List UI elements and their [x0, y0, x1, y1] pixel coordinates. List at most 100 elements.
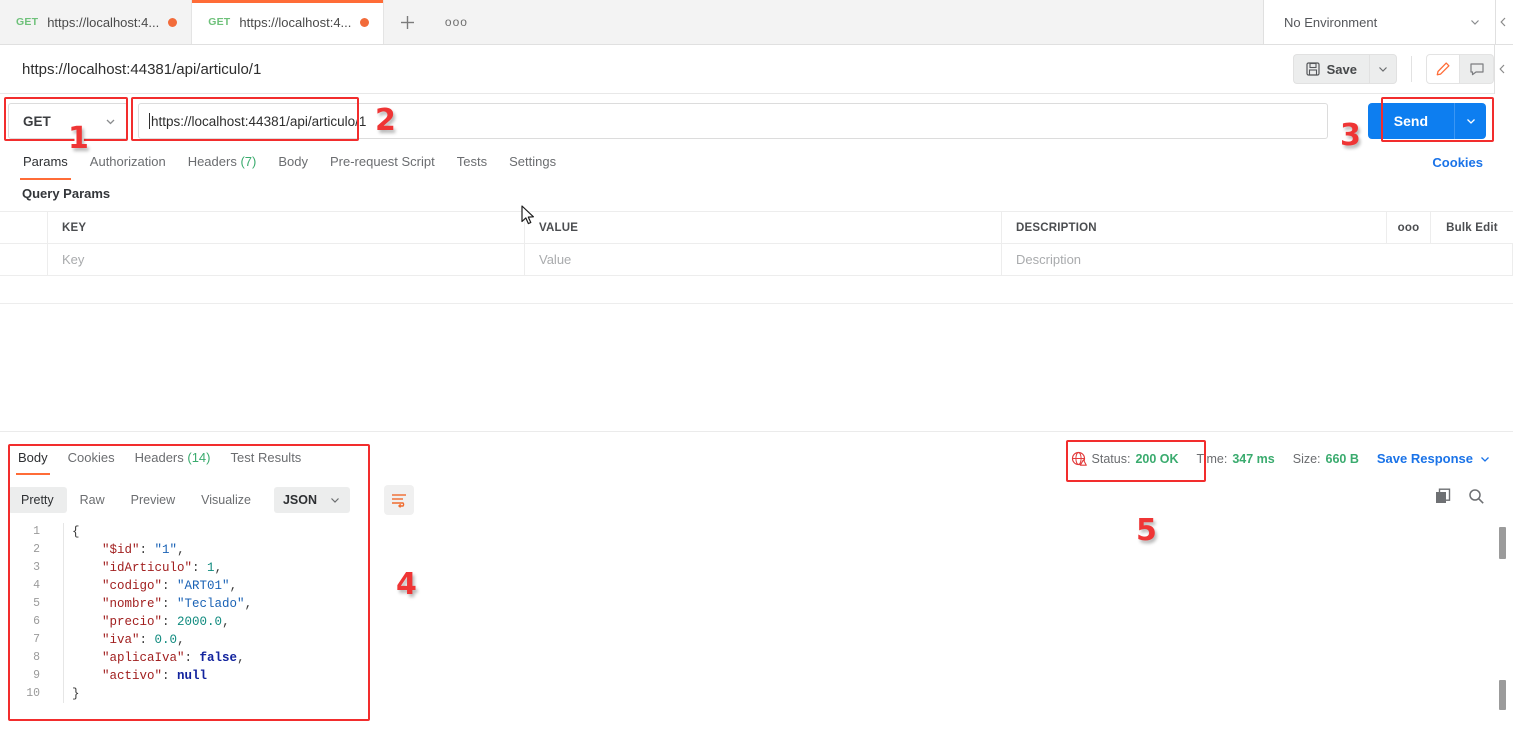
code-line-text: }	[72, 687, 80, 701]
request-tab-1[interactable]: GET https://localhost:4...	[0, 0, 193, 44]
edit-request-button[interactable]	[1426, 54, 1460, 84]
comment-icon	[1469, 63, 1484, 76]
response-scrollbar-thumb-bottom[interactable]	[1499, 680, 1506, 710]
request-tab-authorization[interactable]: Authorization	[79, 148, 177, 178]
code-line-text: "precio": 2000.0,	[102, 615, 230, 629]
save-button[interactable]: Save	[1292, 54, 1369, 84]
fold-gutter[interactable]	[50, 559, 64, 577]
code-line: 7 "iva": 0.0,	[8, 631, 1478, 649]
status-value: 200 OK	[1135, 452, 1179, 466]
bulk-edit-button[interactable]: Bulk Edit	[1431, 212, 1513, 243]
header-value: VALUE	[525, 212, 1002, 243]
save-response-label: Save Response	[1376, 451, 1473, 466]
viewer-mode-raw[interactable]: Raw	[67, 487, 118, 513]
code-line-text: "idArticulo": 1,	[102, 561, 223, 575]
tab-label: Cookies	[67, 450, 115, 465]
code-line-text: {	[72, 525, 80, 539]
response-body-code[interactable]: 1{2 "$id": "1", 3 "idArticulo": 1, 4 "codi…	[8, 523, 1478, 723]
tab-url-label: https://localhost:4...	[239, 14, 352, 30]
table-row[interactable]: Key Value Description	[0, 244, 1513, 276]
copy-icon	[1436, 488, 1451, 503]
http-method-label: GET	[23, 113, 51, 129]
copy-button[interactable]	[1435, 488, 1452, 508]
fold-gutter[interactable]	[50, 685, 64, 703]
send-options-button[interactable]	[1454, 103, 1486, 139]
request-bar: GET https://localhost:44381/api/articulo…	[0, 94, 1513, 148]
status-badge[interactable]: Status: 200 OK	[1071, 446, 1179, 472]
comments-button[interactable]	[1460, 54, 1494, 84]
row-checkbox-cell[interactable]	[0, 244, 48, 275]
right-edge-top[interactable]	[1495, 0, 1513, 44]
row-description-input[interactable]: Description	[1002, 244, 1513, 275]
http-method-select[interactable]: GET	[8, 103, 128, 139]
right-edge-title[interactable]	[1494, 44, 1513, 94]
code-line: 2 "$id": "1",	[8, 541, 1478, 559]
viewer-mode-visualize[interactable]: Visualize	[188, 487, 264, 513]
url-input[interactable]: https://localhost:44381/api/articulo/1	[138, 103, 1328, 139]
line-number: 10	[26, 687, 40, 700]
fold-gutter[interactable]	[50, 541, 64, 559]
request-title-bar: https://localhost:44381/api/articulo/1 S…	[0, 44, 1513, 94]
save-dropdown-button[interactable]	[1369, 54, 1397, 84]
code-line: 6 "precio": 2000.0,	[8, 613, 1478, 631]
request-tab-headers[interactable]: Headers (7)	[177, 148, 268, 178]
line-number: 9	[33, 669, 40, 682]
response-tab-cookies[interactable]: Cookies	[58, 446, 125, 472]
insecure-globe-icon	[1071, 451, 1087, 466]
response-scrollbar-thumb-top[interactable]	[1499, 527, 1506, 559]
tab-url-label: https://localhost:4...	[47, 14, 160, 30]
viewer-mode-group: Pretty Raw Preview Visualize	[8, 487, 264, 513]
header-description: DESCRIPTION	[1002, 212, 1387, 243]
row-value-input[interactable]: Value	[525, 244, 1002, 275]
response-section-tabs: Body Cookies Headers (14) Test Results S…	[0, 446, 1513, 476]
response-meta: Status: 200 OK Time: 347 ms Size: 660 B …	[1071, 446, 1513, 472]
header-checkbox-cell	[0, 212, 48, 243]
plus-icon	[400, 15, 414, 29]
tab-options-button[interactable]: ooo	[430, 0, 482, 44]
request-tab-tests[interactable]: Tests	[446, 148, 498, 178]
table-options-button[interactable]: ooo	[1387, 212, 1431, 243]
code-line-text: "aplicaIva": false,	[102, 651, 245, 665]
code-line: 4 "codigo": "ART01",	[8, 577, 1478, 595]
fold-gutter[interactable]	[50, 631, 64, 649]
response-format-select[interactable]: JSON	[273, 487, 350, 513]
response-tab-test-results[interactable]: Test Results	[221, 446, 312, 472]
response-viewer-toolbar: Pretty Raw Preview Visualize JSON	[8, 486, 350, 514]
url-input-value: https://localhost:44381/api/articulo/1	[151, 113, 367, 129]
fold-gutter[interactable]	[50, 613, 64, 631]
environment-selector[interactable]: No Environment	[1263, 0, 1495, 44]
response-tab-headers[interactable]: Headers (14)	[125, 446, 221, 472]
request-tab-body[interactable]: Body	[267, 148, 319, 178]
save-response-button[interactable]: Save Response	[1377, 446, 1491, 472]
chevron-left-icon	[1500, 17, 1506, 27]
code-line: 1{	[8, 523, 1478, 541]
floppy-disk-icon	[1306, 62, 1320, 76]
time-meta: Time: 347 ms	[1197, 446, 1275, 472]
request-tab-settings[interactable]: Settings	[498, 148, 567, 178]
environment-label: No Environment	[1284, 14, 1378, 30]
fold-gutter[interactable]	[50, 523, 64, 541]
viewer-mode-preview[interactable]: Preview	[118, 487, 188, 513]
code-line-text: "codigo": "ART01",	[102, 579, 238, 593]
line-number: 5	[33, 597, 40, 610]
wrap-lines-button[interactable]	[384, 485, 414, 515]
response-tab-body[interactable]: Body	[8, 446, 58, 475]
cookies-link[interactable]: Cookies	[1432, 148, 1483, 178]
viewer-mode-pretty[interactable]: Pretty	[8, 487, 67, 513]
fold-gutter[interactable]	[50, 667, 64, 685]
request-tab-params[interactable]: Params	[12, 148, 79, 180]
page-title: https://localhost:44381/api/articulo/1	[22, 60, 262, 78]
request-tab-pre-request-script[interactable]: Pre-request Script	[319, 148, 446, 178]
tab-label: Pre-request Script	[329, 154, 435, 169]
unsaved-dot-icon	[168, 17, 178, 27]
search-button[interactable]	[1468, 488, 1485, 508]
send-button[interactable]: Send	[1367, 103, 1454, 139]
row-key-input[interactable]: Key	[48, 244, 525, 275]
query-params-title: Query Params	[22, 186, 111, 201]
code-line: 10}	[8, 685, 1478, 703]
fold-gutter[interactable]	[50, 595, 64, 613]
request-tab-2[interactable]: GET https://localhost:4...	[192, 0, 385, 44]
fold-gutter[interactable]	[50, 649, 64, 667]
new-tab-button[interactable]	[384, 0, 430, 44]
fold-gutter[interactable]	[50, 577, 64, 595]
